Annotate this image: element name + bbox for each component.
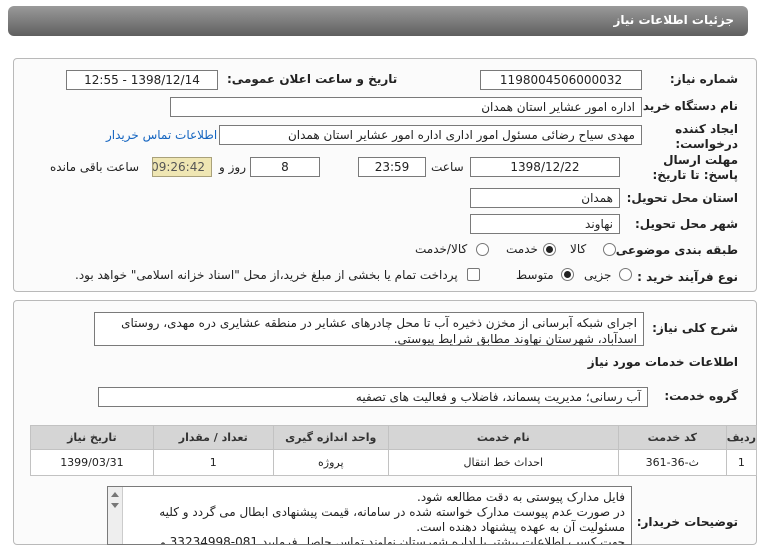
- page-header: جزئیات اطلاعات نیاز: [8, 6, 748, 36]
- summary-label: شرح کلی نیاز:: [652, 321, 738, 335]
- summary-field: اجرای شبکه آبرسانی از مخزن ذخیره آب تا م…: [94, 312, 644, 346]
- notes-scrollbar[interactable]: [108, 487, 123, 544]
- process-option-minor: جزیی: [584, 268, 612, 282]
- cell-code: ث-36-361: [617, 449, 727, 476]
- cell-row: 1: [725, 449, 758, 476]
- services-heading: اطلاعات خدمات مورد نیاز: [587, 355, 738, 369]
- cell-unit: پروژه: [272, 449, 389, 476]
- cell-name: احداث خط انتقال: [387, 449, 619, 476]
- city-field: نهاوند: [470, 214, 620, 234]
- buyer-label: نام دستگاه خریدار:: [627, 99, 738, 113]
- category-radio-goods[interactable]: [603, 243, 616, 256]
- services-table: ردیف کد خدمت نام خدمت واحد اندازه گیری ت…: [30, 425, 758, 476]
- announce-field: 1398/12/14 - 12:55: [66, 70, 218, 90]
- remaining-time-field: 09:26:42: [152, 157, 212, 177]
- category-radio-service[interactable]: [543, 243, 556, 256]
- buyer-field: اداره امور عشایر استان همدان: [170, 97, 642, 117]
- buyer-notes-label: توضیحات خریدار:: [636, 515, 738, 529]
- service-group-label: گروه خدمت:: [664, 389, 738, 403]
- scroll-up-icon[interactable]: [111, 492, 119, 497]
- category-option-both: کالا/خدمت: [415, 242, 468, 256]
- city-label: شهر محل تحویل:: [634, 217, 738, 231]
- cell-qty: 1: [152, 449, 274, 476]
- process-radio-minor[interactable]: [619, 268, 632, 281]
- cell-date: 1399/03/31: [30, 449, 154, 476]
- treasury-checkbox[interactable]: [467, 268, 480, 281]
- remaining-label: ساعت باقی مانده: [50, 160, 140, 174]
- deadline-time-label: ساعت: [431, 160, 464, 174]
- col-name-header: نام خدمت: [387, 425, 619, 450]
- announce-label: تاریخ و ساعت اعلان عمومی:: [227, 72, 398, 86]
- col-qty-header: تعداد / مقدار: [152, 425, 274, 450]
- deadline-label: مهلت ارسال پاسخ: تا تاریخ:: [652, 153, 739, 182]
- service-group-field: آب رسانی؛ مدیریت پسماند، فاضلاب و فعالیت…: [98, 387, 648, 407]
- table-header-row: ردیف کد خدمت نام خدمت واحد اندازه گیری ت…: [30, 425, 758, 450]
- col-row-header: ردیف: [725, 425, 758, 450]
- province-label: استان محل تحویل:: [626, 191, 738, 205]
- process-option-medium: متوسط: [516, 268, 554, 282]
- buyer-notes-field: فایل مدارک پیوستی به دقت مطالعه شود. در …: [107, 486, 632, 545]
- category-radio-both[interactable]: [476, 243, 489, 256]
- col-date-header: تاریخ نیاز: [30, 425, 154, 450]
- process-radio-medium[interactable]: [561, 268, 574, 281]
- col-unit-header: واحد اندازه گیری: [272, 425, 389, 450]
- days-field: 8: [250, 157, 320, 177]
- creator-field: مهدی سیاح رضائی مسئول امور اداری اداره ا…: [219, 125, 642, 145]
- scroll-down-icon[interactable]: [111, 503, 119, 508]
- need-number-label: شماره نیاز:: [669, 72, 738, 86]
- process-label: نوع فرآیند خرید :: [637, 270, 738, 284]
- table-row: 1 ث-36-361 احداث خط انتقال پروژه 1 1399/…: [30, 449, 758, 476]
- need-number-field: 1198004506000032: [480, 70, 642, 90]
- province-field: همدان: [470, 188, 620, 208]
- category-label: طبقه بندی موضوعی:: [610, 243, 738, 257]
- days-label: روز و: [219, 160, 246, 174]
- col-code-header: کد خدمت: [617, 425, 727, 450]
- buyer-notes-text: فایل مدارک پیوستی به دقت مطالعه شود. در …: [159, 490, 625, 545]
- category-option-goods: کالا: [570, 242, 587, 256]
- treasury-note: پرداخت تمام یا بخشی از مبلغ خرید،از محل …: [75, 268, 458, 282]
- buyer-contact-link[interactable]: اطلاعات تماس خریدار: [106, 128, 217, 142]
- page-title: جزئیات اطلاعات نیاز: [613, 13, 734, 27]
- category-option-service: خدمت: [506, 242, 538, 256]
- deadline-time-field: 23:59: [358, 157, 426, 177]
- deadline-date-field: 1398/12/22: [470, 157, 620, 177]
